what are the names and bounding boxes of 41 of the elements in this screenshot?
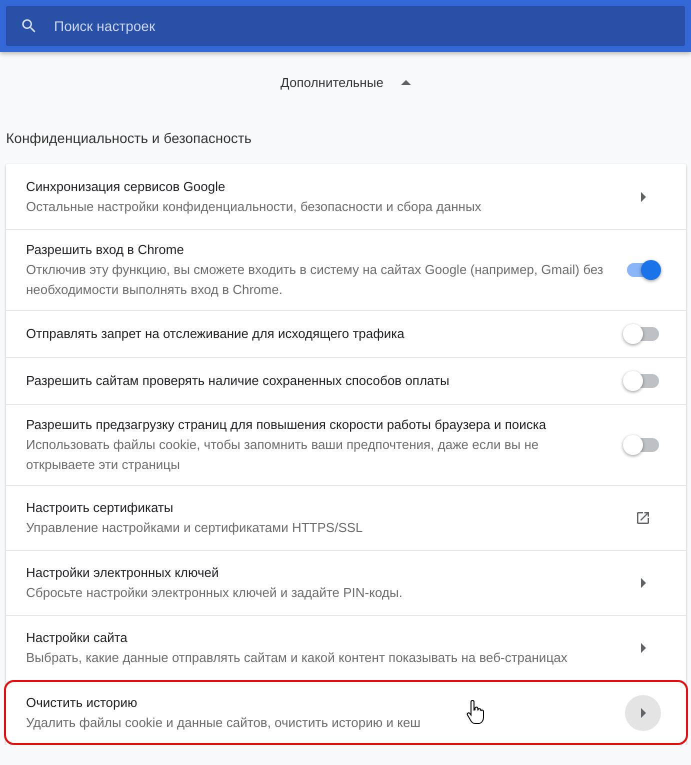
setting-title: Разрешить вход в Chrome: [26, 241, 184, 259]
setting-description: Управление настройками и сертификатами HTTPS/SSL: [26, 519, 363, 537]
setting-description: Выбрать, какие данные отправлять сайтам и какой контент показывать на веб-страницах: [26, 649, 568, 667]
toggle-switch[interactable]: [625, 371, 661, 391]
toggle-switch[interactable]: [625, 260, 661, 280]
toggle-switch[interactable]: [625, 435, 661, 455]
search-icon: [20, 17, 38, 35]
settings-row[interactable]: Разрешить вход в Chrome Отключив эту функцию, вы сможете входить в систему на сайтах Google (например, Gmail) без необходимости выполнять вход в Chrome.: [6, 229, 686, 310]
setting-title: Настроить сертификаты: [26, 499, 174, 517]
settings-row[interactable]: Настроить сертификаты Управление настройками и сертификатами HTTPS/SSL: [6, 485, 686, 550]
caret-icon: [401, 80, 412, 84]
setting-title: Разрешить предзагрузку страниц для повышения скорости работы браузера и поиска: [26, 416, 546, 434]
caret-right-icon: [640, 192, 646, 202]
settings-row[interactable]: Настройки электронных ключей Сбросьте настройки электронных ключей и задайте PIN-коды.: [6, 550, 686, 615]
search-field[interactable]: Поиск настроек: [6, 6, 685, 46]
toggle-switch[interactable]: [625, 324, 661, 344]
setting-title: Настройки электронных ключей: [26, 564, 219, 582]
settings-row[interactable]: Разрешить предзагрузку страниц для повышения скорости работы браузера и поиска Использовать файлы cookie, чтобы запомнить ваши предпочтения, даже если вы не открываете эти страницы: [6, 404, 686, 485]
setting-description: Сбросьте настройки электронных ключей и задайте PIN-коды.: [26, 584, 402, 602]
setting-title: Разрешить сайтам проверять наличие сохраненных способов оплаты: [26, 372, 450, 390]
setting-title: Синхронизация сервисов Google: [26, 178, 226, 196]
hand-cursor-icon: [466, 700, 486, 726]
caret-right-icon: [640, 643, 646, 653]
setting-title: Очистить историю: [26, 694, 138, 712]
setting-title: Отправлять запрет на отслеживание для исходящего трафика: [26, 325, 404, 343]
caret-right-icon: [640, 708, 646, 718]
settings-row[interactable]: Настройки сайта Выбрать, какие данные отправлять сайтам и какой контент показывать на веб-страницах: [6, 615, 686, 680]
setting-description: Остальные настройки конфиденциальности, безопасности и сбора данных: [26, 198, 482, 216]
setting-description: Удалить файлы cookie и данные сайтов, очистить историю и кеш: [26, 714, 421, 732]
external-link-icon[interactable]: [635, 510, 651, 526]
setting-title: Настройки сайта: [26, 629, 128, 647]
caret-right-icon: [640, 578, 646, 588]
setting-description: Использовать файлы cookie, чтобы запомнить ваши предпочтения, даже если вы не открываете эти страницы: [26, 436, 540, 474]
arrow-button[interactable]: [625, 694, 661, 730]
advanced-toggle[interactable]: Дополнительные: [274, 70, 418, 94]
settings-row[interactable]: Очистить историю Удалить файлы cookie и данные сайтов, очистить историю и кеш: [4, 680, 688, 745]
settings-row[interactable]: Синхронизация сервисов Google Остальные настройки конфиденциальности, безопасности и сбора данных: [6, 164, 686, 229]
section-title: Конфиденциальность и безопасность: [6, 129, 253, 148]
setting-description: Отключив эту функцию, вы сможете входить в систему на сайтах Google (например, Gmail) без необходимости выполнять вход в Chrome.: [26, 261, 604, 299]
settings-row[interactable]: Разрешить сайтам проверять наличие сохраненных способов оплаты: [6, 357, 686, 404]
settings-row[interactable]: Отправлять запрет на отслеживание для исходящего трафика: [6, 310, 686, 357]
